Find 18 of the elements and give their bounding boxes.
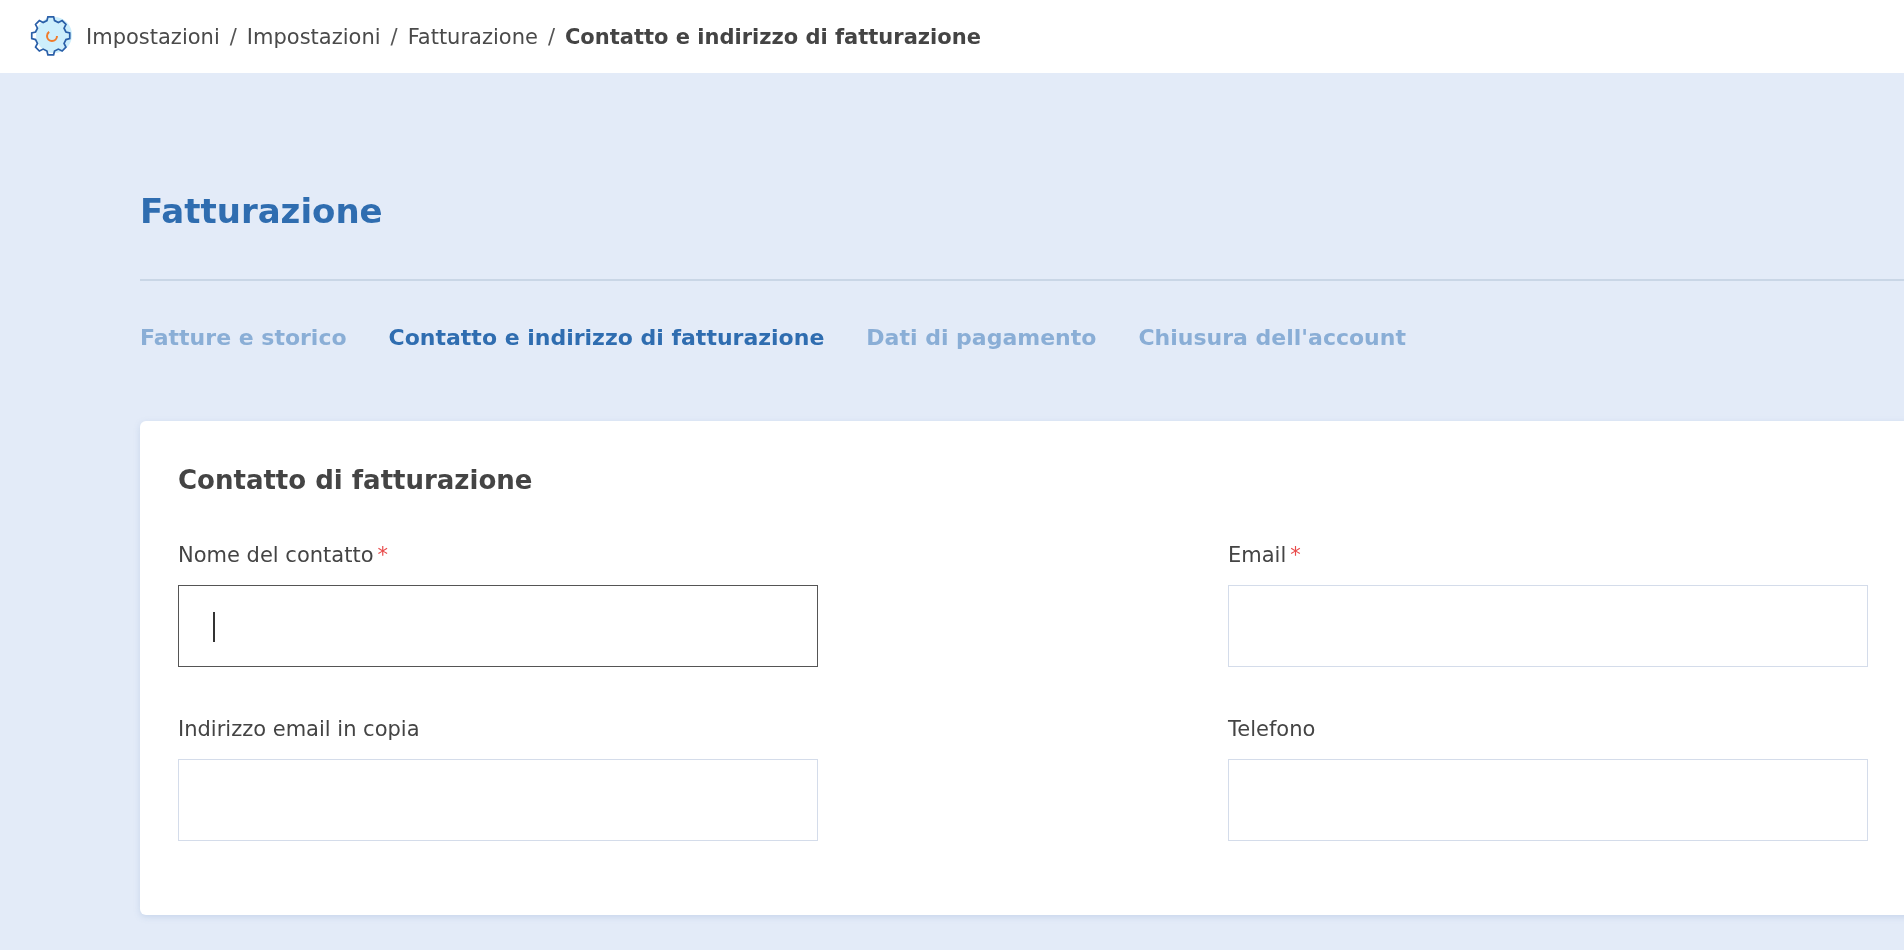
card-title: Contatto di fatturazione: [178, 465, 534, 495]
breadcrumb-separator: /: [229, 24, 237, 49]
breadcrumb-link[interactable]: Impostazioni: [246, 24, 381, 49]
breadcrumb-link[interactable]: Fatturazione: [407, 24, 538, 49]
input-field[interactable]: [178, 585, 818, 667]
field-label: Email: [1228, 543, 1287, 567]
required-mark: *: [377, 543, 388, 567]
breadcrumb-separator: /: [390, 24, 398, 49]
required-mark: *: [1290, 543, 1301, 567]
breadcrumb-current: Contatto e indirizzo di fatturazione: [564, 24, 981, 49]
breadcrumb-link[interactable]: Impostazioni: [86, 24, 220, 49]
field-label: Indirizzo email in copia: [178, 717, 420, 741]
breadcrumb-separator: /: [547, 24, 555, 49]
text-cursor: [213, 612, 215, 642]
field-label: Nome del contatto: [178, 543, 374, 567]
tab[interactable]: Contatto e indirizzo di fatturazione: [388, 325, 825, 350]
field-label: Telefono: [1228, 717, 1316, 741]
page-title: Fatturazione: [140, 191, 384, 233]
